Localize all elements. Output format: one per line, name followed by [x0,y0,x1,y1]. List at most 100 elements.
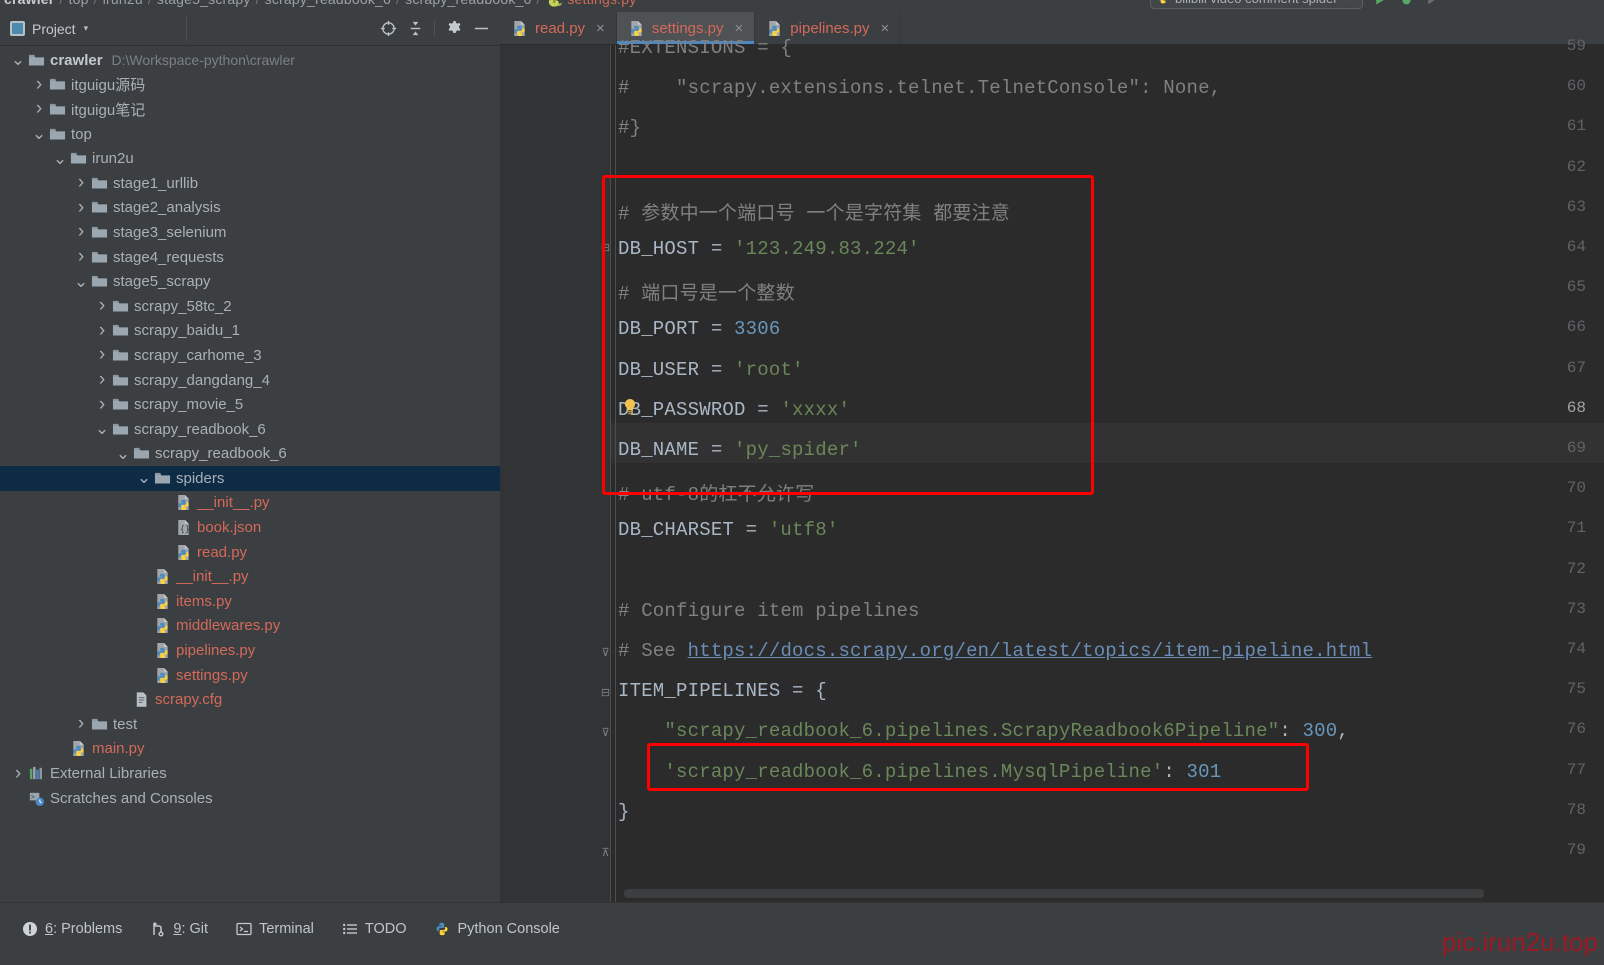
stop-icon[interactable] [1424,0,1441,7]
tree-item-crawler[interactable]: ⌄crawlerD:\Workspace-python\crawler [0,48,500,73]
code-text-layer[interactable]: #EXTENSIONS = {# "scrapy.extensions.teln… [500,45,1604,902]
breadcrumb-item-4[interactable]: scrapy_readbook_6 [265,0,391,7]
code-line-73[interactable]: # Configure item pipelines [618,600,1604,622]
chevron-down-icon[interactable]: ⌄ [31,130,47,138]
project-file-tree[interactable]: ⌄crawlerD:\Workspace-python\crawler›itgu… [0,46,500,902]
chevron-right-icon[interactable]: › [73,202,89,214]
debug-icon[interactable] [1398,0,1415,7]
code-line-68[interactable]: DB_PASSWROD = 'xxxx' [618,399,1604,421]
chevron-right-icon[interactable]: › [94,325,110,337]
tree-item-main-py[interactable]: main.py [0,737,500,762]
tree-item-test[interactable]: ›test [0,712,500,737]
status-item-terminal[interactable]: Terminal [222,918,328,940]
scrollbar-thumb[interactable] [624,889,1484,898]
breadcrumb-item-3[interactable]: stage5_scrapy [157,0,251,7]
breadcrumb-item-1[interactable]: top [69,0,89,7]
run-configuration-selector[interactable]: bilibili video comment spider ▾ [1150,0,1363,9]
chevron-down-icon[interactable]: ▾ [1348,0,1353,4]
breadcrumb-path[interactable]: crawler/top/irun2u/stage5_scrapy/scrapy_… [4,0,636,8]
collapse-all-icon[interactable] [404,18,426,40]
tree-item-irun2u[interactable]: ⌄irun2u [0,146,500,171]
status-item-git[interactable]: 9: Git [136,918,222,940]
tree-item-book-json[interactable]: {}book.json [0,515,500,540]
chevron-right-icon[interactable]: › [10,768,26,780]
tree-item-middlewares-py[interactable]: middlewares.py [0,614,500,639]
breadcrumb-current-file[interactable]: settings.py [567,0,636,7]
close-icon[interactable]: × [596,20,605,37]
code-line-74[interactable]: # See https://docs.scrapy.org/en/latest/… [618,640,1604,662]
chevron-down-icon[interactable]: ⌄ [73,278,89,286]
breadcrumb-item-0[interactable]: crawler [4,0,54,7]
chevron-right-icon[interactable]: › [73,718,89,730]
tree-item-scrapy-movie-5[interactable]: ›scrapy_movie_5 [0,392,500,417]
code-line-65[interactable]: # 端口号是一个整数 [618,278,1604,305]
tree-item-stage3-selenium[interactable]: ›stage3_selenium [0,220,500,245]
hide-icon[interactable] [470,18,492,40]
tree-item-stage1-urllib[interactable]: ›stage1_urllib [0,171,500,196]
lightbulb-icon[interactable] [622,398,638,416]
run-icon[interactable] [1372,0,1389,7]
editor-tab-read-py[interactable]: read.py× [500,12,617,44]
chevron-down-icon[interactable]: ▾ [84,23,89,34]
code-line-60[interactable]: # "scrapy.extensions.telnet.TelnetConsol… [618,77,1604,99]
tree-item-itguigu[interactable]: ›itguigu源码 [0,73,500,98]
code-line-63[interactable]: # 参数中一个端口号 一个是字符集 都要注意 [618,198,1604,225]
tree-item-external-libraries[interactable]: ›External Libraries [0,761,500,786]
chevron-down-icon[interactable]: ⌄ [115,450,131,458]
breadcrumb-item-2[interactable]: irun2u [103,0,143,7]
tree-item-scratches-and-consoles[interactable]: >_Scratches and Consoles [0,786,500,811]
tree-item-init-py[interactable]: __init__.py [0,564,500,589]
chevron-down-icon[interactable]: ⌄ [10,56,26,64]
tree-item-spiders[interactable]: ⌄spiders [0,466,500,491]
status-item-problems[interactable]: 6: Problems [8,918,136,940]
tree-item-stage4-requests[interactable]: ›stage4_requests [0,245,500,270]
code-line-77[interactable]: 'scrapy_readbook_6.pipelines.MysqlPipeli… [618,761,1604,783]
tree-item-top[interactable]: ⌄top [0,122,500,147]
code-line-78[interactable]: } [618,801,1604,823]
code-line-75[interactable]: ITEM_PIPELINES = { [618,680,1604,702]
breadcrumb-item-5[interactable]: scrapy_readbook_6 [405,0,531,7]
chevron-right-icon[interactable]: › [94,399,110,411]
editor-horizontal-scrollbar[interactable] [610,889,1604,898]
tree-item-scrapy-58tc-2[interactable]: ›scrapy_58tc_2 [0,294,500,319]
gear-icon[interactable] [443,18,465,40]
tree-item-scrapy-readbook-6[interactable]: ⌄scrapy_readbook_6 [0,442,500,467]
tree-item-scrapy-baidu-1[interactable]: ›scrapy_baidu_1 [0,319,500,344]
code-line-70[interactable]: # utf-8的杠不允许写 [618,479,1604,506]
code-line-71[interactable]: DB_CHARSET = 'utf8' [618,519,1604,541]
code-editor[interactable]: 5960616263646566676869707172737475767778… [500,45,1604,902]
tree-item-scrapy-dangdang-4[interactable]: ›scrapy_dangdang_4 [0,368,500,393]
tree-item-stage2-analysis[interactable]: ›stage2_analysis [0,196,500,221]
chevron-down-icon[interactable]: ⌄ [52,155,68,163]
close-icon[interactable]: × [881,20,890,37]
tree-item-read-py[interactable]: read.py [0,540,500,565]
tree-item-itguigu[interactable]: ›itguigu笔记 [0,97,500,122]
code-line-76[interactable]: "scrapy_readbook_6.pipelines.ScrapyReadb… [618,720,1604,742]
status-item-pythonconsole[interactable]: Python Console [420,918,573,940]
tree-item-scrapy-carhome-3[interactable]: ›scrapy_carhome_3 [0,343,500,368]
select-opened-file-icon[interactable] [377,18,399,40]
close-icon[interactable]: × [735,20,744,37]
chevron-right-icon[interactable]: › [94,374,110,386]
chevron-right-icon[interactable]: › [31,103,47,115]
code-line-59[interactable]: #EXTENSIONS = { [618,37,1604,59]
code-line-64[interactable]: DB_HOST = '123.249.83.224' [618,238,1604,260]
tree-item-pipelines-py[interactable]: pipelines.py [0,638,500,663]
project-title-dropdown[interactable]: Project ▾ [0,21,88,37]
code-line-66[interactable]: DB_PORT = 3306 [618,318,1604,340]
tree-item-scrapy-cfg[interactable]: scrapy.cfg [0,687,500,712]
chevron-down-icon[interactable]: ⌄ [94,425,110,433]
code-line-61[interactable]: #} [618,117,1604,139]
chevron-right-icon[interactable]: › [31,79,47,91]
chevron-right-icon[interactable]: › [73,226,89,238]
code-line-67[interactable]: DB_USER = 'root' [618,359,1604,381]
tree-item-settings-py[interactable]: settings.py [0,663,500,688]
chevron-right-icon[interactable]: › [94,300,110,312]
chevron-right-icon[interactable]: › [73,177,89,189]
chevron-down-icon[interactable]: ⌄ [136,474,152,482]
chevron-right-icon[interactable]: › [73,251,89,263]
status-item-todo[interactable]: TODO [328,918,421,940]
chevron-right-icon[interactable]: › [94,349,110,361]
tree-item-init-py[interactable]: __init__.py [0,491,500,516]
tree-item-scrapy-readbook-6[interactable]: ⌄scrapy_readbook_6 [0,417,500,442]
